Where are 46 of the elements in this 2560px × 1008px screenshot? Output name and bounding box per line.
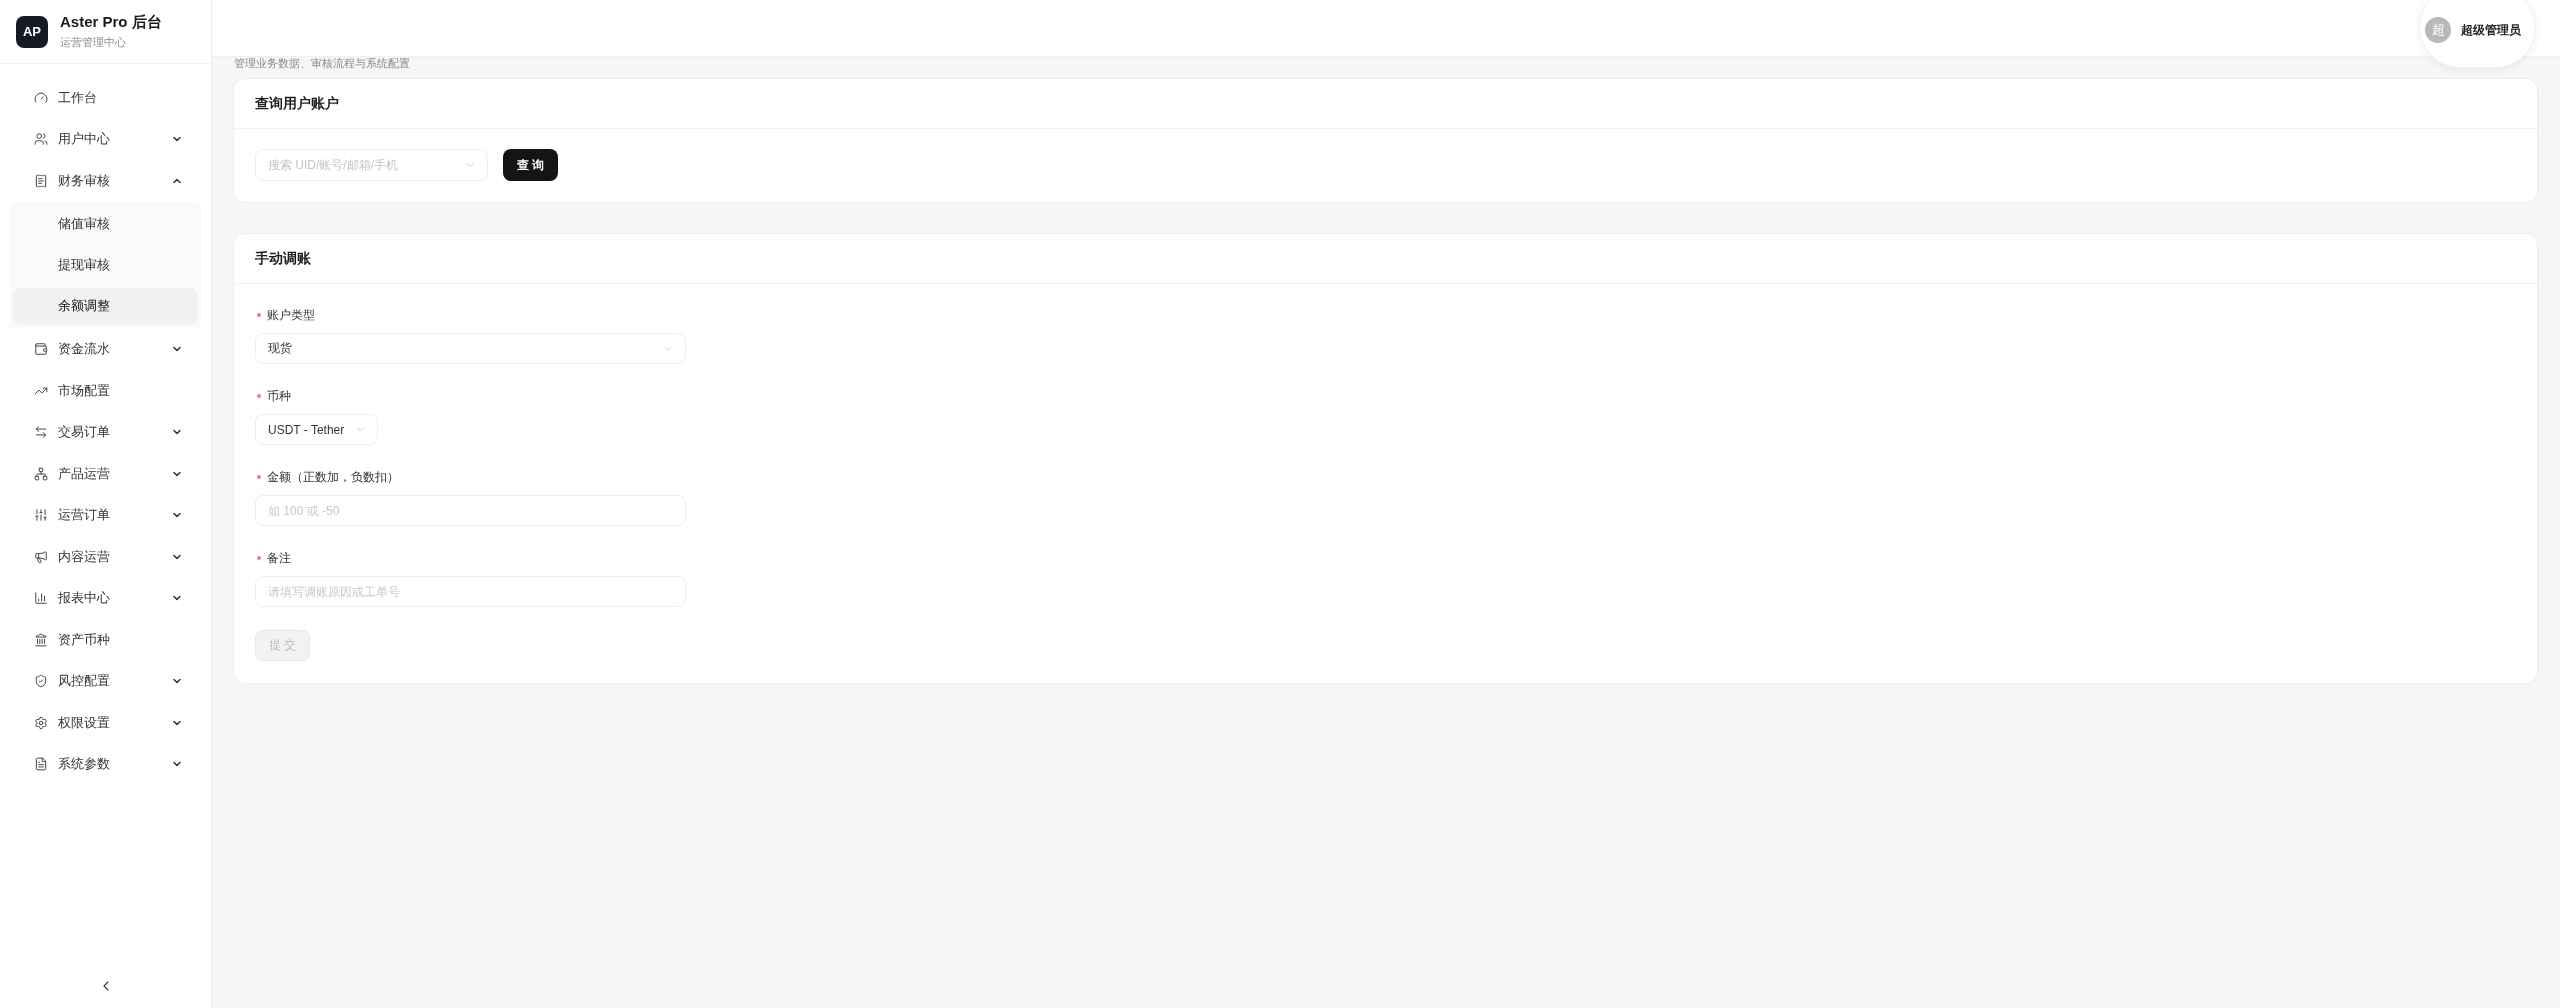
sidebar-item[interactable]: 资产币种 xyxy=(0,619,211,661)
dropdown-select[interactable]: USDT - Tether xyxy=(255,414,379,445)
user-menu[interactable]: 超 超级管理员 xyxy=(2419,0,2536,68)
sidebar-item[interactable]: 系统参数 xyxy=(0,743,211,785)
logo-tile: AP xyxy=(16,15,48,48)
sidebar-item[interactable]: 用户中心 xyxy=(0,118,211,160)
user-avatar: 超 xyxy=(2425,17,2451,43)
card-title: 手动调账 xyxy=(255,249,311,268)
submenu-item[interactable]: 储值审核 xyxy=(13,205,198,243)
sidebar-item[interactable]: 交易订单 xyxy=(0,411,211,453)
bar-chart-icon xyxy=(34,591,48,606)
sidebar-item[interactable]: 权限设置 xyxy=(0,702,211,744)
megaphone-icon xyxy=(34,549,48,564)
sidebar-item[interactable]: 产品运营 xyxy=(0,453,211,495)
shield-check-icon xyxy=(34,674,48,689)
sidebar-item[interactable]: 风控配置 xyxy=(0,660,211,702)
arrows-icon xyxy=(34,425,48,440)
document-icon xyxy=(34,757,48,772)
sidebar-item[interactable]: 财务审核 xyxy=(0,160,211,202)
user-name: 超级管理员 xyxy=(2461,21,2521,39)
sidebar-item[interactable]: 内容运营 xyxy=(0,536,211,578)
sidebar-item[interactable]: 运营订单 xyxy=(0,494,211,536)
field-label: 金额（正数加，负数扣） xyxy=(267,468,399,486)
submenu-item[interactable]: 余额调整 xyxy=(13,287,198,325)
receipt-icon xyxy=(34,173,48,188)
app-subtitle: 运营管理中心 xyxy=(60,35,127,50)
wallet-icon xyxy=(34,342,48,357)
gauge-icon xyxy=(34,90,48,105)
sidebar-item[interactable]: 报表中心 xyxy=(0,577,211,619)
submenu-item[interactable]: 提现审核 xyxy=(13,246,198,284)
page-subtitle: 管理业务数据、审核流程与系统配置 xyxy=(234,57,411,69)
field-label: 账户类型 xyxy=(267,306,315,324)
sliders-icon xyxy=(34,508,48,523)
sidebar-item[interactable]: 工作台 xyxy=(0,77,211,119)
dropdown-select[interactable]: 现货 xyxy=(255,333,686,364)
settings-icon xyxy=(34,715,48,730)
bank-icon xyxy=(34,632,48,647)
sidebar-item[interactable]: 资金流水 xyxy=(0,328,211,370)
users-icon xyxy=(34,132,48,147)
field-label: 币种 xyxy=(267,387,291,405)
query-button[interactable]: 查 询 xyxy=(503,149,559,181)
field-label: 备注 xyxy=(267,549,291,567)
card-title: 查询用户账户 xyxy=(255,94,339,113)
sidebar-item[interactable]: 市场配置 xyxy=(0,370,211,412)
hierarchy-icon xyxy=(34,466,48,481)
app-title: Aster Pro 后台 xyxy=(60,13,162,32)
